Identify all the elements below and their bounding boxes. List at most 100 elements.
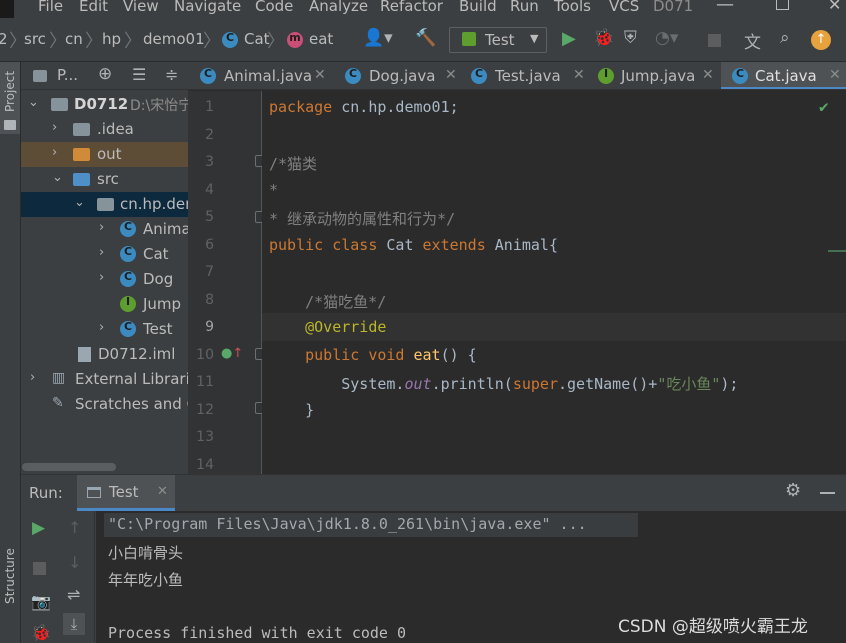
breadcrumb-eat[interactable]: eat <box>309 30 333 48</box>
tree-item-src[interactable]: ⌄ src <box>21 167 188 192</box>
scroll-up-icon[interactable]: ↑ <box>68 518 81 537</box>
chevron-down-icon[interactable]: ⌄ <box>52 170 63 185</box>
menu-code[interactable]: Code <box>255 0 293 15</box>
window-title: D071 <box>653 0 694 15</box>
code-line-5: * 继承动物的属性和行为*/ <box>269 210 456 228</box>
close-tab-icon[interactable]: ✕ <box>829 67 841 83</box>
chevron-right-icon[interactable]: › <box>99 245 104 260</box>
tree-item-cat[interactable]: › C Cat <box>21 242 188 267</box>
override-marker-icon[interactable]: ●↑ <box>221 346 243 361</box>
tree-item-out[interactable]: › out <box>21 142 188 167</box>
tree-item-jump[interactable]: I Jump <box>21 292 188 317</box>
run-tab[interactable]: Test ✕ <box>77 475 175 511</box>
tree-item-scratches[interactable]: ✎ Scratches and Consoles <box>21 392 188 417</box>
tree-item-external-libraries[interactable]: › ▥ External Libraries <box>21 367 188 392</box>
chevron-right-icon[interactable]: › <box>30 370 35 385</box>
chevron-right-icon[interactable]: › <box>52 145 57 160</box>
camera-icon[interactable]: 📷 <box>31 592 51 611</box>
console-output[interactable]: "C:\Program Files\Java\jdk1.8.0_261\bin\… <box>96 511 846 643</box>
run-config-select[interactable]: Test ▼ <box>449 27 547 53</box>
scroll-down-icon[interactable]: ↓ <box>68 553 81 572</box>
project-tool-label[interactable]: Project <box>3 71 17 112</box>
settings-gear-icon[interactable]: ⚙ <box>785 480 801 501</box>
expand-all-icon[interactable]: ☰ <box>132 65 146 84</box>
menu-view[interactable]: View <box>123 0 159 15</box>
close-tab-icon[interactable]: ✕ <box>314 67 326 83</box>
app-logo-icon[interactable] <box>0 0 14 18</box>
close-tab-icon[interactable]: ✕ <box>702 67 714 83</box>
scroll-to-end-icon[interactable]: ⤓ <box>63 613 85 635</box>
close-tab-icon[interactable]: ✕ <box>445 67 457 83</box>
menu-file[interactable]: File <box>38 0 63 15</box>
hide-panel-icon[interactable] <box>820 492 835 494</box>
project-panel: P... ⊕ ☰ ≑ ⌄ D0712 D:\宋怡宁 › .idea › out … <box>21 62 188 474</box>
inspection-ok-icon[interactable]: ✔ <box>819 97 829 116</box>
menu-refactor[interactable]: Refactor <box>380 0 443 15</box>
tab-jump[interactable]: I Jump.java ✕ <box>588 62 720 89</box>
collapse-all-icon[interactable]: ≑ <box>165 65 178 84</box>
tab-dog[interactable]: C Dog.java ✕ <box>333 62 459 89</box>
chevron-down-icon[interactable]: ⌄ <box>74 195 85 210</box>
close-tab-icon[interactable]: ✕ <box>157 484 168 499</box>
tab-cat[interactable]: C Cat.java ✕ <box>721 62 846 89</box>
locate-icon[interactable]: ⊕ <box>98 64 112 84</box>
minimize-button[interactable]: — <box>716 0 734 15</box>
code-line-1: package cn.hp.demo01; <box>269 98 459 116</box>
code-editor[interactable]: package cn.hp.demo01; /*猫类 * * 继承动物的属性和行… <box>262 91 846 474</box>
tree-item-label: out <box>97 145 122 163</box>
search-icon[interactable]: ⌕ <box>780 28 790 48</box>
tree-item-package[interactable]: ⌄ cn.hp.demo01 <box>21 192 188 217</box>
method-icon: m <box>287 31 303 48</box>
tree-item-dog[interactable]: › C Dog <box>21 267 188 292</box>
breadcrumb-cn[interactable]: cn <box>65 30 83 48</box>
chevron-right-icon[interactable]: › <box>52 120 57 135</box>
debug-icon[interactable]: 🐞 <box>31 623 51 642</box>
run-icon[interactable]: ▶ <box>562 28 576 49</box>
tab-label: Cat.java <box>755 67 817 85</box>
tree-item-iml[interactable]: D0712.iml <box>21 342 188 367</box>
stop-icon[interactable] <box>33 562 46 575</box>
debug-icon[interactable]: 🐞 <box>593 28 614 48</box>
menu-navigate[interactable]: Navigate <box>174 0 241 15</box>
tree-item-test[interactable]: › C Test <box>21 317 188 342</box>
chevron-right-icon[interactable]: › <box>99 220 104 235</box>
breadcrumb-demo01[interactable]: demo01 <box>143 30 205 48</box>
soft-wrap-icon[interactable]: ⇌ <box>67 585 80 604</box>
folder-icon <box>73 123 90 136</box>
run-panel: Run: Test ✕ ⚙ ▶ ↑ ↓ 📷 ⇌ 🐞 ⤓ "C:\Program … <box>21 474 846 643</box>
breadcrumb-src[interactable]: src <box>24 30 46 48</box>
structure-tool-label[interactable]: Structure <box>3 548 17 604</box>
menu-edit[interactable]: Edit <box>79 0 108 15</box>
stop-icon[interactable] <box>708 34 721 47</box>
project-panel-header: P... ⊕ ☰ ≑ <box>21 62 188 90</box>
tree-root[interactable]: ⌄ D0712 D:\宋怡宁 <box>21 92 188 117</box>
rerun-icon[interactable]: ▶ <box>32 518 45 538</box>
update-icon[interactable]: ↑ <box>811 30 831 50</box>
tab-animal[interactable]: C Animal.java ✕ <box>188 62 332 89</box>
chevron-down-icon[interactable]: ⌄ <box>28 95 39 110</box>
user-icon[interactable]: 👤▾ <box>363 28 393 48</box>
maximize-button[interactable] <box>776 0 789 10</box>
package-icon <box>97 198 114 211</box>
project-scrollbar[interactable] <box>22 463 116 471</box>
menu-analyze[interactable]: Analyze <box>309 0 368 15</box>
menu-vcs[interactable]: VCS <box>609 0 639 15</box>
breadcrumb-cat[interactable]: Cat <box>244 30 270 48</box>
close-window-button[interactable]: ✕ <box>828 0 841 14</box>
menu-tools[interactable]: Tools <box>554 0 591 15</box>
menu-run[interactable]: Run <box>510 0 539 15</box>
tree-item-animal[interactable]: › C Animal <box>21 217 188 242</box>
build-hammer-icon[interactable]: 🔨 <box>415 28 436 48</box>
close-tab-icon[interactable]: ✕ <box>573 67 585 83</box>
coverage-icon[interactable]: ⛨ <box>624 28 637 48</box>
tab-test[interactable]: C Test.java ✕ <box>459 62 587 89</box>
menu-build[interactable]: Build <box>459 0 497 15</box>
breadcrumb-hp[interactable]: hp <box>102 30 121 48</box>
tree-item-idea[interactable]: › .idea <box>21 117 188 142</box>
line-number: 8 <box>205 292 214 308</box>
project-view-select[interactable]: P... <box>57 66 78 84</box>
translate-icon[interactable]: 文 <box>744 28 761 53</box>
profile-icon[interactable]: ◔▾ <box>655 28 678 48</box>
chevron-right-icon[interactable]: › <box>99 320 104 335</box>
chevron-right-icon[interactable]: › <box>99 270 104 285</box>
